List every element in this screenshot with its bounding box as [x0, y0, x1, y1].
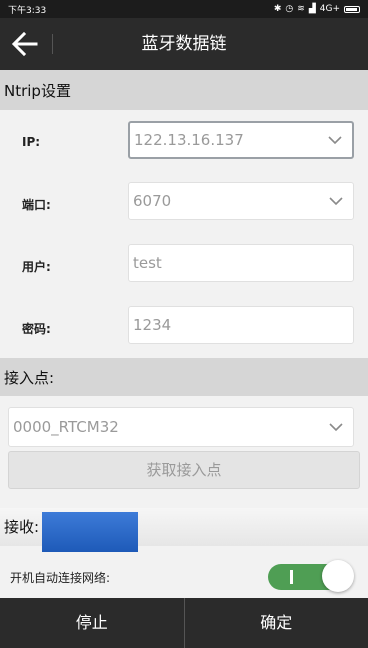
confirm-button[interactable]: 确定: [185, 598, 368, 648]
access-point-value: 0000_RTCM32: [13, 418, 119, 436]
receive-indicator: [42, 512, 138, 552]
access-point-select[interactable]: 0000_RTCM32: [8, 407, 354, 447]
chevron-down-icon: [329, 197, 343, 206]
alarm-icon: ◷: [285, 4, 294, 14]
wifi-icon: ≋: [297, 4, 305, 14]
back-button[interactable]: [10, 30, 40, 58]
stop-button[interactable]: 停止: [0, 598, 184, 648]
ip-label: IP:: [22, 135, 41, 149]
user-input[interactable]: test: [128, 244, 354, 282]
toggle-knob: [322, 560, 354, 592]
receive-label: 接收:: [4, 518, 40, 536]
appbar-divider: [52, 34, 53, 54]
status-time: 下午3:33: [8, 5, 47, 16]
app-bar: 蓝牙数据链: [0, 18, 368, 70]
user-value: test: [133, 254, 162, 272]
bottom-bar: 停止 确定: [0, 598, 368, 648]
network-type-label: 4G+: [319, 4, 340, 14]
status-icons: ✱ ◷ ≋ ▟ 4G+: [274, 4, 360, 14]
bluetooth-icon: ✱: [273, 4, 282, 14]
ip-value: 122.13.16.137: [134, 131, 244, 149]
ntrip-section-header: Ntrip设置: [0, 70, 368, 110]
port-value: 6070: [133, 192, 172, 210]
toggle-on-mark: [290, 570, 293, 584]
user-label: 用户:: [22, 260, 51, 274]
chevron-down-icon: [329, 423, 343, 432]
receive-row: 接收:: [0, 508, 368, 552]
signal-icon: ▟: [308, 4, 316, 14]
port-label: 端口:: [22, 198, 51, 212]
arrow-left-icon: [11, 31, 38, 57]
access-point-header: 接入点:: [0, 358, 368, 396]
battery-icon: [344, 5, 360, 13]
port-select[interactable]: 6070: [128, 182, 354, 220]
ip-select[interactable]: 122.13.16.137: [128, 121, 354, 159]
get-access-point-button[interactable]: 获取接入点: [8, 451, 360, 489]
status-bar: 下午3:33 ✱ ◷ ≋ ▟ 4G+: [0, 0, 368, 18]
auto-connect-label: 开机自动连接网络:: [10, 571, 111, 585]
chevron-down-icon: [328, 136, 342, 145]
password-input[interactable]: 1234: [128, 306, 354, 344]
page-title: 蓝牙数据链: [141, 34, 227, 54]
password-label: 密码:: [22, 322, 51, 336]
password-value: 1234: [133, 316, 172, 334]
auto-connect-toggle[interactable]: [268, 560, 354, 592]
